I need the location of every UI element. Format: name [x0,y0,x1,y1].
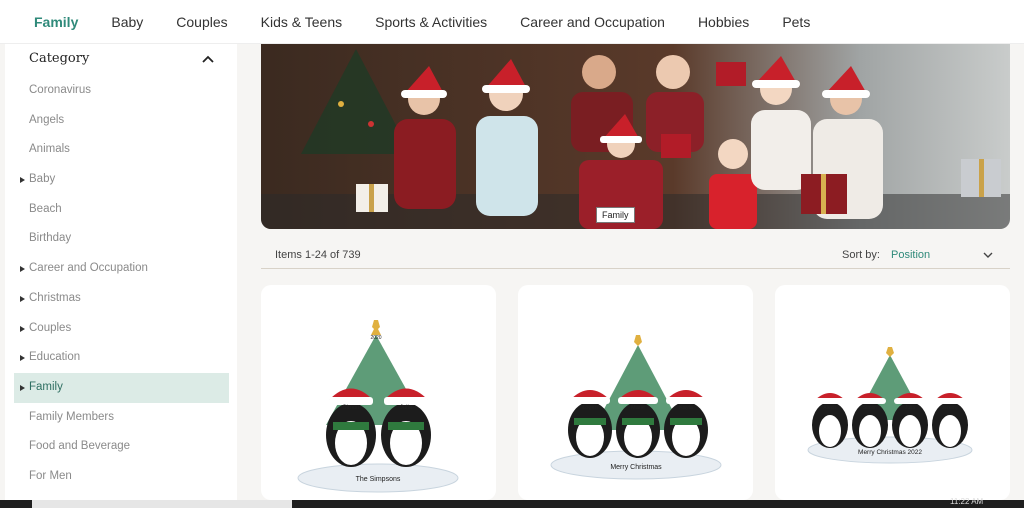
nav-baby[interactable]: Baby [111,14,143,30]
expand-arrow-icon[interactable] [20,384,25,391]
os-taskbar: 11:22 AM [0,497,1024,508]
sort-select[interactable]: Position [891,249,930,261]
expand-arrow-icon[interactable] [20,295,25,302]
ornament-caption: The Simpsons [356,476,401,483]
category-label: Beach [29,202,62,215]
category-family[interactable]: Family [14,372,229,403]
listing-toolbar: Items 1-24 of 739 Sort by: Position [261,238,1010,269]
category-label: Family [29,380,63,393]
category-career-occupation[interactable]: Career and Occupation [5,254,237,284]
nav-career-occupation[interactable]: Career and Occupation [520,14,665,30]
category-label: Career and Occupation [29,262,148,275]
penguin-ornament-image: Logan Marie Kayla Merry Christmas [550,335,722,480]
category-family-members[interactable]: Family Members [5,403,237,433]
category-list: Coronavirus Angels Animals Baby Beach Bi… [5,76,237,492]
category-header[interactable]: Category [5,44,237,76]
nav-family[interactable]: Family [34,14,78,30]
penguin-name: Julia [905,405,916,411]
category-label: Couples [29,321,72,334]
category-baby[interactable]: Baby [5,165,237,195]
category-label: Baby [29,173,56,186]
penguin-name: Marie [631,405,645,411]
category-animals[interactable]: Animals [5,135,237,165]
category-label: Christmas [29,291,81,304]
category-title: Category [29,51,90,66]
category-top-nav: Family Baby Couples Kids & Teens Sports … [0,0,1024,44]
penguin-name: Julia [400,405,413,411]
penguin-name: Logan [582,405,597,411]
category-label: Food and Beverage [29,440,131,453]
nav-kids-teens[interactable]: Kids & Teens [261,14,342,30]
family-christmas-photo [261,44,1010,229]
category-sidebar: Category Coronavirus Angels Animals Baby… [5,44,237,500]
nav-sports-activities[interactable]: Sports & Activities [375,14,487,30]
nav-pets[interactable]: Pets [782,14,810,30]
nav-couples[interactable]: Couples [176,14,227,30]
category-label: For Men [29,469,72,482]
category-label: Angels [29,113,65,126]
category-label: Animals [29,143,70,156]
expand-arrow-icon[interactable] [20,266,25,273]
category-label: Education [29,351,81,364]
category-birthday[interactable]: Birthday [5,224,237,254]
penguin-name: Simon [342,405,359,411]
product-card[interactable]: 2020 Simon Julia The Simpsons [261,285,496,500]
category-beach[interactable]: Beach [5,195,237,225]
chevron-down-icon[interactable] [983,252,993,259]
product-card[interactable]: Logan Marie Kayla Merry Christmas [518,285,753,500]
category-coronavirus[interactable]: Coronavirus [5,76,237,106]
sort-label: Sort by: [842,249,880,261]
penguin-name: Simon [863,405,877,411]
page-content: Category Coronavirus Angels Animals Baby… [0,44,1024,500]
items-count: Items 1-24 of 739 [275,249,361,261]
taskbar-search-area[interactable] [32,500,292,508]
ornament-caption: Merry Christmas [610,464,662,471]
category-food-beverage[interactable]: Food and Beverage [5,432,237,462]
product-card[interactable]: Alexis Simon Julia Jeremy Merry Christma… [775,285,1010,500]
penguin-name: Kayla [679,405,694,411]
category-education[interactable]: Education [5,343,237,373]
category-label: Coronavirus [29,84,91,96]
taskbar-clock: 11:22 AM [950,497,984,506]
family-hero-banner [261,44,1010,229]
penguin-name: Alexis [823,405,837,411]
category-label: Family Members [29,410,114,423]
chevron-up-icon[interactable] [201,54,215,64]
category-label: Birthday [29,232,72,245]
penguin-ornament-image: 2020 Simon Julia The Simpsons [297,320,459,493]
tree-label: 2020 [370,335,381,341]
expand-arrow-icon[interactable] [20,177,25,184]
nav-hobbies[interactable]: Hobbies [698,14,749,30]
category-angels[interactable]: Angels [5,106,237,136]
penguin-ornament-image: Alexis Simon Julia Jeremy Merry Christma… [807,347,973,464]
ornament-caption: Merry Christmas 2022 [858,449,922,456]
penguin-name: Jeremy [942,405,959,411]
expand-arrow-icon[interactable] [20,355,25,362]
category-christmas[interactable]: Christmas [5,284,237,314]
category-for-men[interactable]: For Men [5,462,237,492]
expand-arrow-icon[interactable] [20,325,25,332]
hero-tooltip: Family [596,207,635,223]
category-couples[interactable]: Couples [5,314,237,344]
